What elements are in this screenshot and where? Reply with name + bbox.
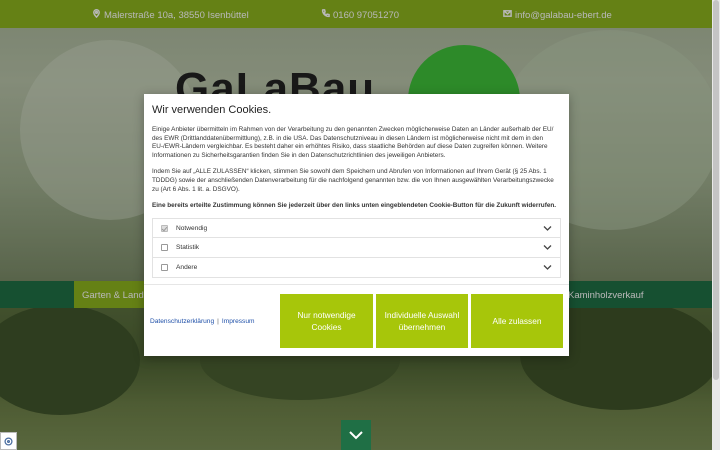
category-label: Notwendig <box>176 224 208 232</box>
cookie-consent-dialog: Wir verwenden Cookies. Einige Anbieter ü… <box>144 94 569 356</box>
chevron-down-icon <box>349 431 363 440</box>
cookie-consent-paragraph: Indem Sie auf „ALLE ZULASSEN“ klicken, s… <box>152 168 554 193</box>
chevron-down-icon[interactable] <box>543 264 552 271</box>
cookie-dialog-body: Einige Anbieter übermitteln im Rahmen vo… <box>152 126 560 219</box>
page-scrollbar[interactable] <box>712 0 720 450</box>
cookie-category-list: Notwendig Statistik Andere <box>152 218 561 278</box>
scroll-down-button[interactable] <box>341 420 371 450</box>
cookie-info-paragraph: Einige Anbieter übermitteln im Rahmen vo… <box>152 126 554 159</box>
cookie-revoke-paragraph: Eine bereits erteilte Zustimmung können … <box>152 202 557 210</box>
chevron-down-icon[interactable] <box>543 225 552 232</box>
cookie-settings-icon <box>4 436 13 446</box>
imprint-link[interactable]: Impressum <box>222 318 255 325</box>
category-necessary[interactable]: Notwendig <box>152 218 561 238</box>
chevron-down-icon[interactable] <box>543 244 552 251</box>
legal-links: Datenschutzerklärung | Impressum <box>150 318 254 325</box>
privacy-policy-link[interactable]: Datenschutzerklärung <box>150 318 214 325</box>
cookie-settings-button[interactable] <box>0 432 17 450</box>
scrollbar-thumb[interactable] <box>713 0 719 380</box>
category-other[interactable]: Andere <box>152 258 561 278</box>
link-separator: | <box>217 318 219 325</box>
accept-selection-button[interactable]: Individuelle Auswahl übernehmen <box>376 294 468 348</box>
category-label: Andere <box>176 264 198 271</box>
necessary-checkbox <box>161 224 168 232</box>
accept-all-button[interactable]: Alle zulassen <box>471 294 563 348</box>
accept-necessary-button[interactable]: Nur notwendige Cookies <box>280 294 373 348</box>
category-label: Statistik <box>176 244 200 251</box>
dialog-divider <box>144 284 569 285</box>
category-statistics[interactable]: Statistik <box>152 238 561 258</box>
cookie-dialog-title: Wir verwenden Cookies. <box>152 104 272 116</box>
statistics-checkbox[interactable] <box>161 244 168 251</box>
other-checkbox[interactable] <box>161 264 168 271</box>
